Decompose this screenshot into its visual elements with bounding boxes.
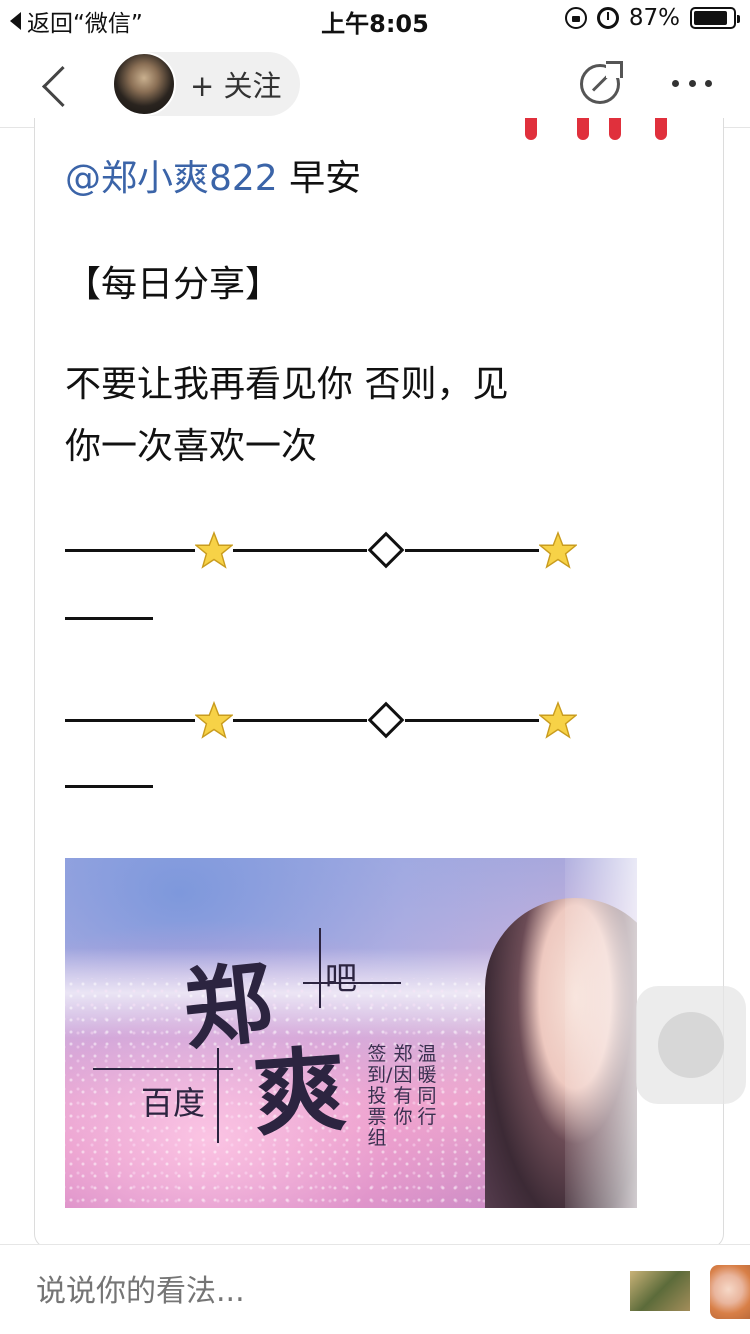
follow-label: + 关注	[190, 69, 282, 103]
comment-input[interactable]	[36, 1269, 596, 1313]
user-mention-link[interactable]: @郑小爽822	[65, 158, 278, 199]
comment-bar	[0, 1244, 750, 1334]
post-body-line-1: 不要让我再看见你 否则，见	[65, 364, 509, 405]
banner-vertical-text-2: 郑因有你	[393, 1043, 413, 1128]
follow-button[interactable]: + 关注	[112, 52, 300, 116]
reader-avatar-thumbnail[interactable]	[710, 1265, 750, 1319]
decorative-divider	[65, 700, 625, 740]
nav-bar: + 关注	[0, 40, 750, 128]
post-body: 不要让我再看见你 否则，见 你一次喜欢一次	[65, 354, 508, 478]
more-icon[interactable]	[672, 80, 712, 88]
lock-icon	[564, 7, 587, 29]
banner-word-ba: 吧	[325, 959, 358, 997]
diamond-icon	[367, 531, 405, 569]
banner-vertical-text-1: 签到/投票组	[367, 1043, 393, 1149]
decorative-divider	[65, 530, 625, 570]
banner-word-baidu: 百度	[141, 1084, 206, 1122]
star-icon	[539, 701, 577, 739]
decorative-divider-tail	[65, 598, 625, 638]
status-indicators: 87%	[564, 5, 740, 31]
post-first-line: @郑小爽822 早安	[65, 148, 361, 210]
battery-percent: 87%	[628, 5, 680, 31]
share-icon[interactable]	[580, 61, 623, 104]
battery-icon	[690, 7, 740, 29]
reader-avatar-thumbnail[interactable]	[630, 1271, 690, 1311]
post-heading: 【每日分享】	[65, 264, 282, 305]
decorative-divider-tail	[65, 766, 625, 806]
post-body-line-2: 你一次喜欢一次	[65, 426, 318, 467]
star-icon	[195, 701, 233, 739]
banner-image[interactable]: 郑 爽 吧 百度 签到/投票组 郑因有你 温暖同行	[65, 858, 637, 1208]
banner-title-char-2: 爽	[249, 1034, 350, 1150]
diamond-icon	[367, 701, 405, 739]
avatar[interactable]	[112, 52, 176, 116]
status-bar: 返回“微信” 上午8:05 87%	[0, 0, 750, 40]
greeting-text: 早安	[277, 158, 362, 199]
alarm-icon	[596, 7, 619, 29]
post-card: @郑小爽822 早安 【每日分享】 不要让我再看见你 否则，见 你一次喜欢一次	[34, 118, 724, 1248]
assistive-touch-button[interactable]	[636, 986, 746, 1104]
banner-vertical-text-3: 温暖同行	[417, 1043, 437, 1128]
back-chevron-icon[interactable]	[40, 62, 80, 106]
star-icon	[539, 531, 577, 569]
decorative-red-drops	[525, 118, 715, 144]
star-icon	[195, 531, 233, 569]
